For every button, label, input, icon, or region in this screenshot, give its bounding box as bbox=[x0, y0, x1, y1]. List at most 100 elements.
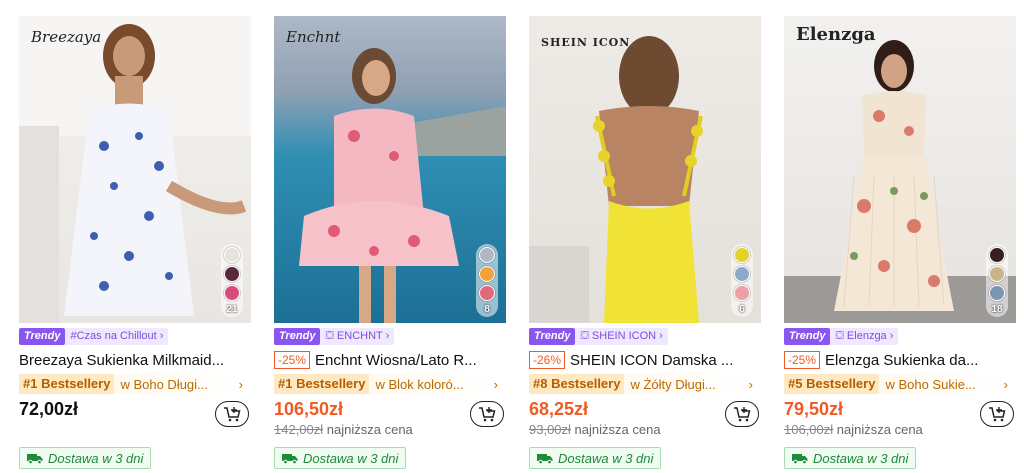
lowest-price-label: najniższa cena bbox=[326, 422, 413, 437]
chevron-right-icon: › bbox=[748, 376, 753, 392]
brand-logo: SHEIN ICON bbox=[541, 36, 631, 49]
model-illustration bbox=[529, 36, 703, 323]
bestseller-ranking[interactable]: #1 Bestsellery w Boho Długi... › bbox=[19, 374, 251, 394]
bestseller-ranking[interactable]: #1 Bestsellery w Blok koloró... › bbox=[274, 374, 506, 394]
bestseller-badge: #1 Bestsellery bbox=[274, 374, 370, 394]
store-icon: ⛋ bbox=[835, 329, 847, 342]
delivery-text: Dostawa w 3 dni bbox=[558, 450, 654, 466]
swatch-count: 8 bbox=[484, 304, 490, 315]
color-swatch[interactable] bbox=[479, 285, 495, 301]
truck-icon bbox=[537, 453, 553, 464]
truck-icon bbox=[27, 453, 43, 464]
add-to-cart-button[interactable] bbox=[725, 401, 759, 427]
delivery-badge: Dostawa w 3 dni bbox=[529, 447, 662, 469]
cart-plus-icon bbox=[989, 407, 1006, 422]
delivery-badge: Dostawa w 3 dni bbox=[19, 447, 152, 469]
color-swatches[interactable]: 6 bbox=[731, 244, 753, 317]
model-illustration bbox=[19, 16, 251, 323]
product-title[interactable]: Breezaya Sukienka Milkmaid... bbox=[19, 352, 224, 369]
product-image[interactable]: Breezaya 21 bbox=[19, 16, 251, 323]
original-price: 142,00zł bbox=[274, 422, 324, 437]
bestseller-category: w Boho Sukie... bbox=[885, 376, 976, 392]
delivery-badge: Dostawa w 3 dni bbox=[274, 447, 407, 469]
lowest-price-label: najniższa cena bbox=[574, 422, 661, 437]
color-swatch[interactable] bbox=[224, 247, 240, 263]
product-title[interactable]: SHEIN ICON Damska ... bbox=[570, 352, 733, 369]
bestseller-ranking[interactable]: #5 Bestsellery w Boho Sukie... › bbox=[784, 374, 1016, 394]
brand-logo: Breezaya bbox=[31, 28, 102, 46]
bestseller-category: w Boho Długi... bbox=[120, 376, 208, 392]
add-to-cart-button[interactable] bbox=[215, 401, 249, 427]
add-to-cart-button[interactable] bbox=[470, 401, 504, 427]
color-swatch[interactable] bbox=[479, 247, 495, 263]
trend-tag[interactable]: Trendy ⛋ ENCHNT › bbox=[274, 327, 506, 345]
color-swatch[interactable] bbox=[479, 266, 495, 282]
color-swatches[interactable]: 21 bbox=[221, 244, 243, 317]
trendy-badge: Trendy bbox=[529, 327, 576, 345]
truck-icon bbox=[792, 453, 808, 464]
delivery-text: Dostawa w 3 dni bbox=[813, 450, 909, 466]
product-title[interactable]: Elenzga Sukienka da... bbox=[825, 352, 978, 369]
trend-tag-text: SHEIN ICON › bbox=[591, 329, 663, 342]
swatch-count: 18 bbox=[991, 304, 1003, 315]
original-price: 93,00zł bbox=[529, 422, 571, 437]
original-price: 106,00zł bbox=[784, 422, 834, 437]
color-swatch[interactable] bbox=[224, 285, 240, 301]
product-image[interactable]: Elenzga 18 bbox=[784, 16, 1016, 323]
product-card[interactable]: SHEIN ICON 6 Trendy ⛋ SHEIN ICON › -26% … bbox=[529, 16, 761, 469]
product-card[interactable]: Elenzga 18 Trendy ⛋ Elenzga › -25% Elenz… bbox=[784, 16, 1016, 469]
bestseller-category: w Żółty Długi... bbox=[630, 376, 716, 392]
color-swatches[interactable]: 18 bbox=[986, 244, 1008, 317]
trendy-badge: Trendy bbox=[784, 327, 831, 345]
color-swatch[interactable] bbox=[989, 285, 1005, 301]
discount-badge: -26% bbox=[529, 351, 566, 369]
color-swatch[interactable] bbox=[989, 247, 1005, 263]
bestseller-ranking[interactable]: #8 Bestsellery w Żółty Długi... › bbox=[529, 374, 761, 394]
trendy-badge: Trendy bbox=[274, 327, 321, 345]
color-swatch[interactable] bbox=[734, 285, 750, 301]
discount-badge: -25% bbox=[274, 351, 311, 369]
lowest-price-label: najniższa cena bbox=[836, 422, 923, 437]
color-swatch[interactable] bbox=[989, 266, 1005, 282]
product-card[interactable]: Enchnt 8 Trendy ⛋ ENCHNT › -25% Enchnt W… bbox=[274, 16, 506, 469]
bestseller-category: w Blok koloró... bbox=[375, 376, 464, 392]
store-icon: ⛋ bbox=[580, 329, 592, 342]
model-illustration bbox=[784, 40, 1016, 323]
product-title[interactable]: Enchnt Wiosna/Lato R... bbox=[315, 352, 477, 369]
brand-logo: Elenzga bbox=[796, 24, 876, 45]
trend-tag[interactable]: Trendy ⛋ SHEIN ICON › bbox=[529, 327, 761, 345]
model-illustration bbox=[299, 48, 506, 323]
trend-tag-text: Elenzga › bbox=[846, 329, 894, 342]
product-image[interactable]: SHEIN ICON 6 bbox=[529, 16, 761, 323]
color-swatch[interactable] bbox=[734, 266, 750, 282]
add-to-cart-button[interactable] bbox=[980, 401, 1014, 427]
trend-tag[interactable]: Trendy ⛋ Elenzga › bbox=[784, 327, 1016, 345]
trend-tag[interactable]: Trendy #Czas na Chillout › bbox=[19, 327, 251, 345]
delivery-text: Dostawa w 3 dni bbox=[48, 450, 144, 466]
store-icon: ⛋ bbox=[325, 329, 337, 342]
trend-tag-text: ENCHNT › bbox=[336, 329, 390, 342]
cart-plus-icon bbox=[734, 407, 751, 422]
color-swatch[interactable] bbox=[224, 266, 240, 282]
color-swatch[interactable] bbox=[734, 247, 750, 263]
product-image[interactable]: Enchnt 8 bbox=[274, 16, 506, 323]
delivery-badge: Dostawa w 3 dni bbox=[784, 447, 917, 469]
cart-plus-icon bbox=[224, 407, 241, 422]
chevron-right-icon: › bbox=[1003, 376, 1008, 392]
swatch-count: 21 bbox=[226, 304, 238, 315]
swatch-count: 6 bbox=[739, 304, 745, 315]
bestseller-badge: #5 Bestsellery bbox=[784, 374, 880, 394]
chevron-right-icon: › bbox=[493, 376, 498, 392]
truck-icon bbox=[282, 453, 298, 464]
product-card[interactable]: Breezaya 21 Trendy #Czas na Chillout › B… bbox=[19, 16, 251, 469]
delivery-text: Dostawa w 3 dni bbox=[303, 450, 399, 466]
trend-tag-text: #Czas na Chillout › bbox=[65, 327, 169, 345]
bestseller-badge: #8 Bestsellery bbox=[529, 374, 625, 394]
brand-logo: Enchnt bbox=[286, 28, 341, 46]
chevron-right-icon: › bbox=[238, 376, 243, 392]
trendy-badge: Trendy bbox=[19, 327, 66, 345]
color-swatches[interactable]: 8 bbox=[476, 244, 498, 317]
bestseller-badge: #1 Bestsellery bbox=[19, 374, 115, 394]
discount-badge: -25% bbox=[784, 351, 821, 369]
cart-plus-icon bbox=[479, 407, 496, 422]
